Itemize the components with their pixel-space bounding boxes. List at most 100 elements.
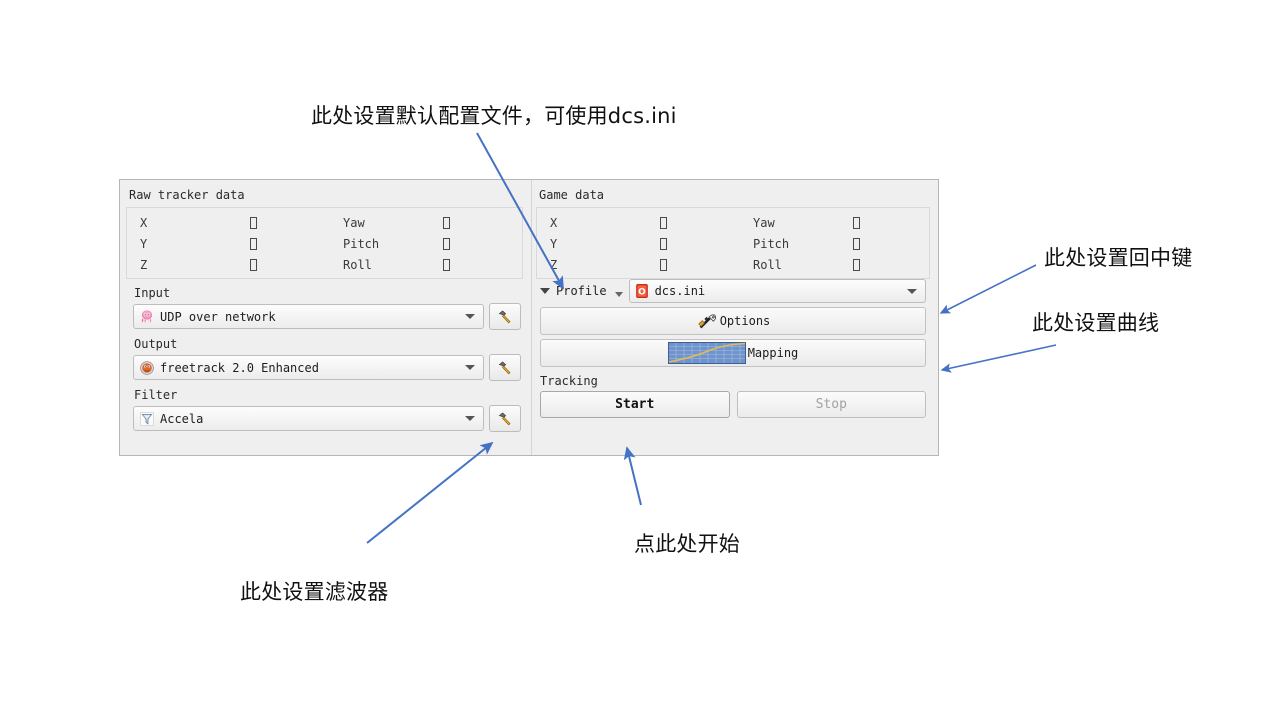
input-label: Input — [134, 286, 171, 300]
missing-glyph-icon — [250, 238, 257, 250]
raw-rotation-label-yaw: Yaw — [343, 216, 365, 230]
game-value-z — [660, 255, 750, 276]
tracking-label: Tracking — [540, 374, 598, 388]
profile-menu-caret-icon[interactable] — [540, 288, 550, 294]
leader-line-center-key — [939, 264, 1037, 314]
input-row: UDP over network — [126, 303, 523, 330]
start-button[interactable]: Start — [540, 391, 730, 418]
game-axis-labels: X Y Z — [541, 213, 660, 274]
annotation-center-key-note: 此处设置回中键 — [1044, 246, 1193, 270]
profile-label: Profile — [556, 284, 607, 298]
chevron-down-icon[interactable] — [465, 314, 475, 319]
game-rotation-labels: Yaw Pitch Roll — [750, 213, 853, 274]
raw-tracker-data-frame: X Y Z Yaw Pitch Roll — [126, 207, 523, 279]
leader-line-start — [623, 446, 642, 506]
annotation-profile-note: 此处设置默认配置文件，可使用dcs.ini — [311, 104, 677, 128]
raw-axis-label-x: X — [140, 216, 148, 230]
filter-combobox[interactable]: Accela — [133, 406, 484, 431]
options-label: Options — [719, 314, 771, 328]
profile-split-caret-icon[interactable] — [614, 291, 623, 297]
chevron-down-icon[interactable] — [907, 288, 917, 294]
leader-line-curve — [940, 344, 1057, 373]
profile-combobox[interactable]: O dcs.ini — [628, 279, 926, 303]
raw-rotation-label-pitch: Pitch — [343, 237, 380, 251]
missing-glyph-icon — [660, 238, 667, 250]
filter-value: Accela — [160, 411, 204, 426]
raw-value-y — [250, 234, 340, 255]
input-combobox[interactable]: UDP over network — [133, 304, 484, 329]
game-value-yaw — [853, 213, 925, 234]
game-value-y — [660, 234, 750, 255]
input-value: UDP over network — [160, 309, 276, 324]
leader-line-filter — [366, 441, 494, 544]
raw-axis-values — [250, 213, 340, 274]
raw-axis-label-y: Y — [140, 237, 148, 251]
missing-glyph-icon — [660, 259, 667, 271]
game-axis-label-x: X — [550, 216, 558, 230]
game-data-title: Game data — [539, 188, 605, 202]
game-rotation-values — [853, 213, 925, 274]
options-button[interactable]: Options — [540, 307, 926, 335]
missing-glyph-icon — [443, 238, 450, 250]
opentrack-main-window: Raw tracker data X Y Z Yaw Pitch Roll In… — [119, 179, 939, 456]
raw-rotation-values — [443, 213, 518, 274]
freetrack-icon — [139, 360, 155, 376]
funnel-icon — [139, 411, 155, 427]
missing-glyph-icon — [853, 217, 860, 229]
missing-glyph-icon — [443, 259, 450, 271]
raw-axis-labels: X Y Z — [131, 213, 250, 274]
missing-glyph-icon — [853, 259, 860, 271]
game-axis-label-y: Y — [550, 237, 558, 251]
hammer-icon — [497, 360, 513, 376]
profile-value: dcs.ini — [654, 284, 706, 298]
opentrack-profile-icon: O — [634, 283, 650, 299]
missing-glyph-icon — [853, 238, 860, 250]
tools-icon — [696, 312, 718, 330]
annotation-start-note: 点此处开始 — [634, 532, 740, 556]
missing-glyph-icon — [250, 259, 257, 271]
filter-row: Accela — [126, 405, 523, 432]
stop-button: Stop — [736, 391, 926, 418]
game-rotation-label-yaw: Yaw — [753, 216, 775, 230]
game-axis-label-z: Z — [550, 258, 558, 272]
raw-rotation-labels: Yaw Pitch Roll — [340, 213, 443, 274]
game-value-pitch — [853, 234, 925, 255]
profile-row: Profile O dcs.ini — [536, 279, 930, 303]
mapping-button[interactable]: Mapping — [540, 339, 926, 367]
game-rotation-label-roll: Roll — [753, 258, 782, 272]
chevron-down-icon[interactable] — [465, 365, 475, 370]
left-pane: Raw tracker data X Y Z Yaw Pitch Roll In… — [120, 180, 532, 455]
tracking-row: Start Stop — [536, 391, 930, 418]
raw-value-pitch — [443, 234, 518, 255]
missing-glyph-icon — [443, 217, 450, 229]
raw-rotation-label-roll: Roll — [343, 258, 372, 272]
game-rotation-label-pitch: Pitch — [753, 237, 790, 251]
output-value: freetrack 2.0 Enhanced — [160, 360, 319, 375]
hammer-icon — [497, 309, 513, 325]
raw-tracker-data-title: Raw tracker data — [129, 188, 245, 202]
filter-label: Filter — [134, 388, 178, 402]
filter-config-button[interactable] — [489, 405, 521, 432]
curve-graph-icon — [667, 342, 746, 364]
mapping-label: Mapping — [747, 346, 799, 360]
missing-glyph-icon — [250, 217, 257, 229]
hammer-icon — [497, 411, 513, 427]
output-config-button[interactable] — [489, 354, 521, 381]
output-label: Output — [134, 337, 178, 351]
raw-value-x — [250, 213, 340, 234]
raw-value-z — [250, 255, 340, 276]
game-value-roll — [853, 255, 925, 276]
input-config-button[interactable] — [489, 303, 521, 330]
game-data-frame: X Y Z Yaw Pitch Roll — [536, 207, 930, 279]
octopus-icon — [139, 309, 155, 325]
raw-value-roll — [443, 255, 518, 276]
game-value-x — [660, 213, 750, 234]
raw-axis-label-z: Z — [140, 258, 148, 272]
chevron-down-icon[interactable] — [465, 416, 475, 421]
output-row: freetrack 2.0 Enhanced — [126, 354, 523, 381]
annotation-curve-note: 此处设置曲线 — [1032, 311, 1160, 335]
missing-glyph-icon — [660, 217, 667, 229]
output-combobox[interactable]: freetrack 2.0 Enhanced — [133, 355, 484, 380]
game-axis-values — [660, 213, 750, 274]
annotation-filter-note: 此处设置滤波器 — [240, 580, 389, 604]
